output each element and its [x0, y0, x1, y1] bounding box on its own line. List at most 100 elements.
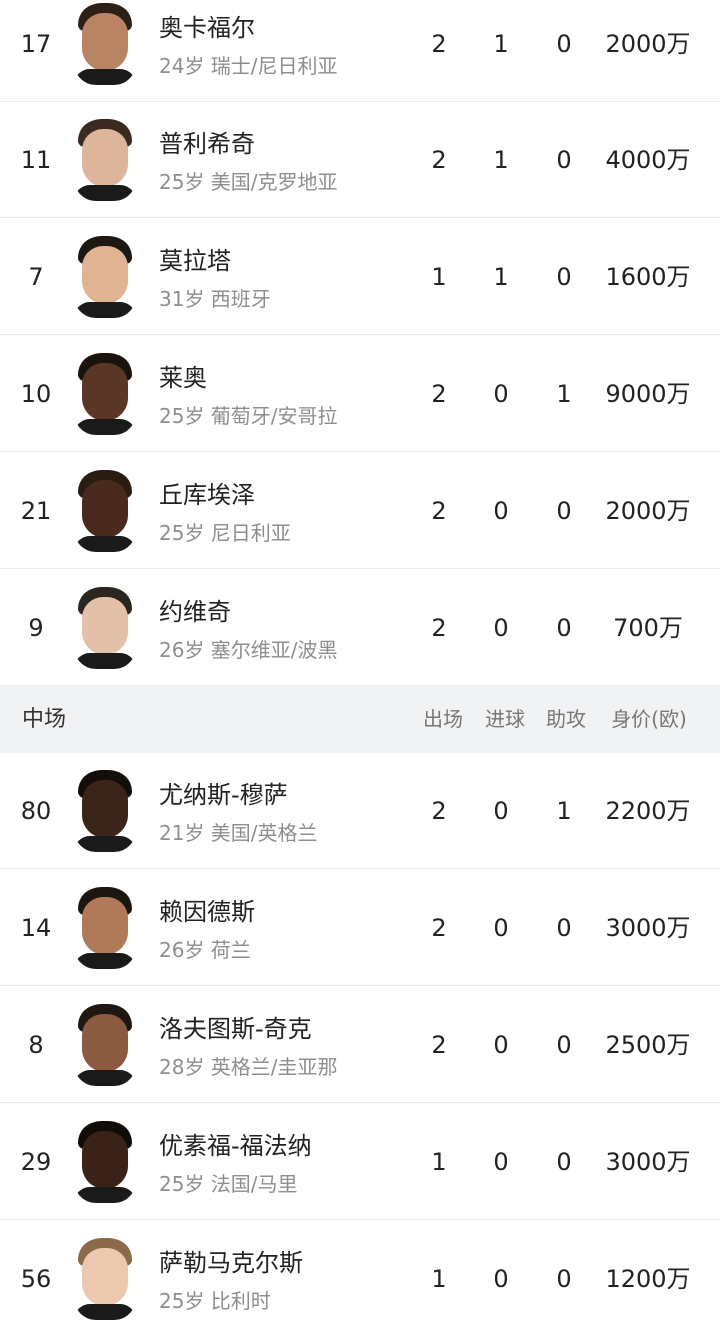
shirt-number: 11	[20, 146, 52, 174]
player-avatar	[74, 3, 136, 85]
player-name: 普利希奇	[159, 130, 255, 158]
goals-value: 0	[493, 1148, 509, 1176]
market-value: 2200万	[605, 797, 691, 825]
goals-value: 0	[493, 914, 509, 942]
column-header-assists: 助攻	[546, 707, 586, 731]
player-row[interactable]: 14 赖因德斯 26岁 荷兰 2 0 0 3000万	[0, 870, 720, 986]
player-age-nationality: 25岁 法国/马里	[159, 1172, 298, 1196]
player-row[interactable]: 7 莫拉塔 31岁 西班牙 1 1 0 1600万	[0, 219, 720, 335]
player-row[interactable]: 17 奥卡福尔 24岁 瑞士/尼日利亚 2 1 0 2000万	[0, 0, 720, 102]
player-name: 萨勒马克尔斯	[159, 1249, 303, 1277]
player-name: 丘库埃泽	[159, 481, 255, 509]
player-name: 赖因德斯	[159, 898, 255, 926]
assists-value: 0	[556, 30, 572, 58]
player-age-nationality: 25岁 葡萄牙/安哥拉	[159, 404, 338, 428]
market-value: 3000万	[605, 1148, 691, 1176]
player-avatar	[74, 119, 136, 201]
player-avatar	[74, 236, 136, 318]
appearances-value: 2	[431, 497, 447, 525]
assists-value: 0	[556, 1265, 572, 1293]
player-name: 洛夫图斯-奇克	[159, 1015, 312, 1043]
market-value: 4000万	[605, 146, 691, 174]
player-row[interactable]: 56 萨勒马克尔斯 25岁 比利时 1 0 0 1200万	[0, 1221, 720, 1320]
player-age-nationality: 25岁 尼日利亚	[159, 521, 291, 545]
player-avatar	[74, 1238, 136, 1320]
appearances-value: 1	[431, 1148, 447, 1176]
assists-value: 0	[556, 1031, 572, 1059]
assists-value: 1	[556, 797, 572, 825]
shirt-number: 29	[20, 1148, 52, 1176]
player-age-nationality: 31岁 西班牙	[159, 287, 271, 311]
shirt-number: 56	[20, 1265, 52, 1293]
goals-value: 0	[493, 797, 509, 825]
appearances-value: 2	[431, 146, 447, 174]
appearances-value: 2	[431, 797, 447, 825]
midfield-section-header: 中场 出场 进球 助攻 身价(欧)	[0, 686, 720, 753]
player-avatar	[74, 1004, 136, 1086]
player-age-nationality: 28岁 英格兰/圭亚那	[159, 1055, 338, 1079]
player-age-nationality: 21岁 美国/英格兰	[159, 821, 318, 845]
market-value: 1200万	[605, 1265, 691, 1293]
goals-value: 0	[493, 1265, 509, 1293]
assists-value: 1	[556, 380, 572, 408]
player-avatar	[74, 587, 136, 669]
shirt-number: 8	[28, 1031, 44, 1059]
player-name: 约维奇	[159, 598, 231, 626]
appearances-value: 2	[431, 614, 447, 642]
player-row[interactable]: 29 优素福-福法纳 25岁 法国/马里 1 0 0 3000万	[0, 1104, 720, 1220]
assists-value: 0	[556, 1148, 572, 1176]
shirt-number: 7	[28, 263, 44, 291]
section-title: 中场	[22, 707, 67, 732]
appearances-value: 1	[431, 263, 447, 291]
shirt-number: 80	[20, 797, 52, 825]
column-header-goals: 进球	[485, 707, 525, 731]
goals-value: 0	[493, 614, 509, 642]
player-age-nationality: 26岁 荷兰	[159, 938, 251, 962]
goals-value: 1	[493, 263, 509, 291]
goals-value: 1	[493, 146, 509, 174]
appearances-value: 2	[431, 914, 447, 942]
appearances-value: 2	[431, 380, 447, 408]
goals-value: 0	[493, 380, 509, 408]
player-name: 优素福-福法纳	[159, 1132, 312, 1160]
player-name: 尤纳斯-穆萨	[159, 781, 288, 809]
player-avatar	[74, 1121, 136, 1203]
player-name: 莫拉塔	[159, 247, 231, 275]
player-row[interactable]: 8 洛夫图斯-奇克 28岁 英格兰/圭亚那 2 0 0 2500万	[0, 987, 720, 1103]
player-row[interactable]: 80 尤纳斯-穆萨 21岁 美国/英格兰 2 0 1 2200万	[0, 753, 720, 869]
shirt-number: 21	[20, 497, 52, 525]
market-value: 9000万	[605, 380, 691, 408]
player-age-nationality: 26岁 塞尔维亚/波黑	[159, 638, 338, 662]
assists-value: 0	[556, 263, 572, 291]
market-value: 2500万	[605, 1031, 691, 1059]
assists-value: 0	[556, 914, 572, 942]
player-name: 莱奥	[159, 364, 207, 392]
player-name: 奥卡福尔	[159, 14, 255, 42]
squad-stats-page: 1 7 奥卡福尔 24岁 瑞士/尼日利亚 2 1 0 2000万 11 普利希奇 …	[0, 0, 720, 1320]
player-row[interactable]: 9 约维奇 26岁 塞尔维亚/波黑 2 0 0 700万	[0, 570, 720, 686]
player-avatar	[74, 887, 136, 969]
player-avatar	[74, 770, 136, 852]
market-value: 700万	[613, 614, 683, 642]
column-header-market-value: 身价(欧)	[611, 707, 687, 731]
market-value: 3000万	[605, 914, 691, 942]
shirt-number: 10	[20, 380, 52, 408]
market-value: 2000万	[605, 30, 691, 58]
player-age-nationality: 25岁 比利时	[159, 1289, 271, 1313]
player-avatar	[74, 353, 136, 435]
player-age-nationality: 25岁 美国/克罗地亚	[159, 170, 338, 194]
appearances-value: 2	[431, 30, 447, 58]
player-row[interactable]: 21 丘库埃泽 25岁 尼日利亚 2 0 0 2000万	[0, 453, 720, 569]
player-avatar	[74, 470, 136, 552]
assists-value: 0	[556, 146, 572, 174]
player-age-nationality: 24岁 瑞士/尼日利亚	[159, 54, 338, 78]
shirt-number: 9	[28, 614, 44, 642]
goals-value: 1	[493, 30, 509, 58]
assists-value: 0	[556, 614, 572, 642]
goals-value: 0	[493, 1031, 509, 1059]
assists-value: 0	[556, 497, 572, 525]
appearances-value: 2	[431, 1031, 447, 1059]
player-row[interactable]: 11 普利希奇 25岁 美国/克罗地亚 2 1 0 4000万	[0, 102, 720, 218]
market-value: 2000万	[605, 497, 691, 525]
player-row[interactable]: 10 莱奥 25岁 葡萄牙/安哥拉 2 0 1 9000万	[0, 336, 720, 452]
